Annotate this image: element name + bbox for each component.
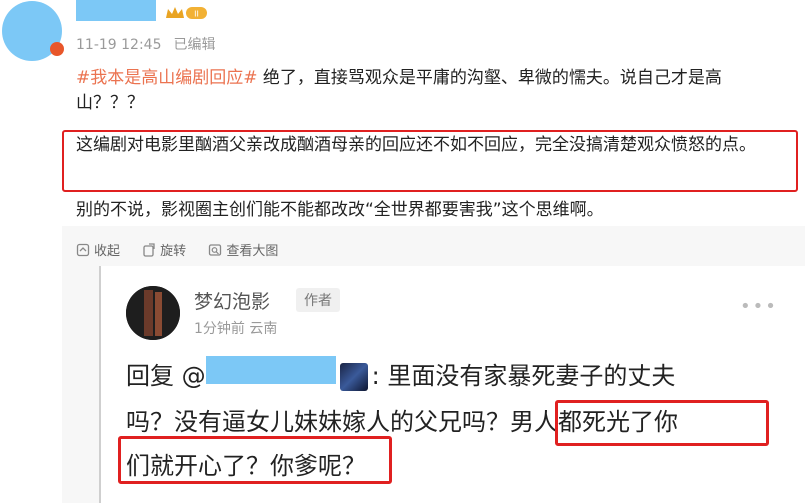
- rotate-button[interactable]: 旋转: [142, 240, 186, 259]
- rotate-icon: [143, 242, 155, 257]
- username-redacted[interactable]: [76, 0, 156, 21]
- reply-username: 梦幻泡影: [194, 291, 271, 313]
- rotate-label: 旋转: [160, 244, 187, 259]
- edited-label[interactable]: 已编辑: [173, 37, 215, 53]
- more-icon: •••: [740, 296, 778, 317]
- post-meta: 11-19 12:45 已编辑: [76, 34, 215, 54]
- view-large-icon: [209, 243, 222, 256]
- reply-text-line2-a: 吗？没有逼女儿妹妹嫁人的父兄吗？: [126, 408, 510, 436]
- reply-meta: 1分钟前 云南: [194, 321, 278, 337]
- vip-level: II: [194, 10, 199, 19]
- highlight-box: [118, 436, 392, 484]
- view-large-label: 查看大图: [226, 244, 279, 259]
- author-badge: 作者: [296, 288, 340, 312]
- edited-marker-icon: [50, 42, 64, 56]
- reply-avatar: [126, 286, 180, 340]
- image-action-bar: 收起 旋转 查看大图: [76, 240, 296, 261]
- post-text-line2: 这编剧对电影里酗酒父亲改成酗酒母亲的回应还不如不回应，完全没搞清楚观众愤怒的点。: [76, 135, 756, 155]
- reply-prefix: 回复 @: [126, 362, 206, 390]
- view-large-button[interactable]: 查看大图: [208, 240, 278, 259]
- post-text-line1: #我本是高山编剧回应# 绝了，直接骂观众是平庸的沟壑、卑微的懦夫。说自己才是高山…: [76, 66, 788, 116]
- post-text-line3: 别的不说，影视圈主创们能不能都改改“全世界都要害我”这个思维啊。: [76, 200, 604, 220]
- collapse-label: 收起: [94, 244, 121, 259]
- collapse-icon: [76, 243, 90, 256]
- reply-text-line1-rest: : 里面没有家暴死妻子的丈夫: [371, 362, 676, 390]
- mention-redacted: [205, 356, 336, 384]
- post-timestamp: 11-19 12:45: [76, 37, 162, 53]
- topic-link[interactable]: #我本是高山编剧回应#: [76, 68, 258, 88]
- vip-badge-icon: II: [164, 4, 208, 22]
- collapse-button[interactable]: 收起: [76, 240, 120, 259]
- emoji-image-icon: [339, 363, 368, 391]
- highlight-box: [555, 400, 769, 446]
- reply-text-line1: 回复 @ : 里面没有家暴死妻子的丈夫: [126, 354, 675, 398]
